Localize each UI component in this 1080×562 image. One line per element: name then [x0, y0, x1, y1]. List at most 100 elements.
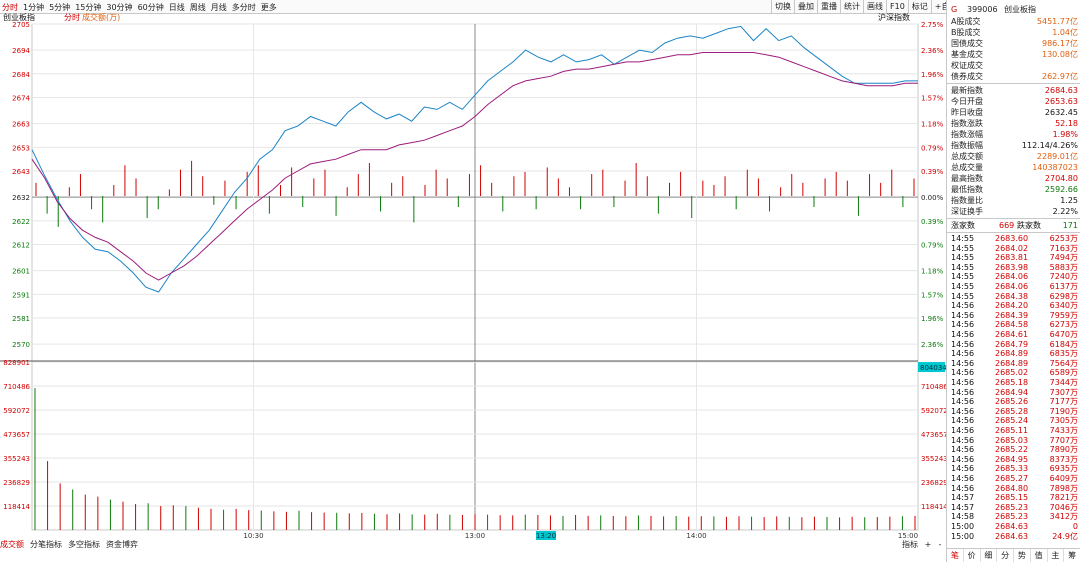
index-row: 指数振幅 112.14/4.26% — [947, 140, 1080, 151]
time-tick-label: 14:00 — [686, 532, 706, 540]
divider — [947, 232, 1080, 233]
tick-price: 2683.98 — [995, 262, 1029, 272]
tick-price: 2684.06 — [995, 282, 1029, 291]
row-label: 总成交量 — [951, 163, 983, 172]
tick-time: 14:56 — [951, 378, 975, 387]
panel-tab-6[interactable]: 主 — [1048, 549, 1065, 562]
tick-volume: 3412万 — [1049, 512, 1078, 522]
panel-tab-4[interactable]: 势 — [1014, 549, 1031, 562]
volume-tick-label: 236829 — [3, 479, 30, 487]
tick-price: 2685.23 — [995, 502, 1029, 512]
indicator-tab-2[interactable]: 多空指标 — [68, 540, 100, 550]
volume-highlight-value: 804034 — [920, 364, 946, 372]
tick-price: 2685.03 — [995, 435, 1029, 445]
tick-price: 2684.80 — [995, 483, 1029, 493]
index-row: 今日开盘 2653.63 — [947, 96, 1080, 107]
panel-tab-7[interactable]: 筹 — [1064, 549, 1080, 562]
row-label: 今日开盘 — [951, 97, 983, 106]
row-value: 140387023 — [1032, 163, 1078, 172]
tick-time: 14:56 — [951, 320, 975, 330]
pct-tick-label: 1.18% — [921, 268, 944, 276]
quote-row: 债券成交 262.97亿 — [947, 71, 1080, 82]
row-label: 指数涨幅 — [951, 130, 983, 139]
tick-volume: 7564万 — [1049, 358, 1078, 368]
down-label: 跌家数 — [1017, 221, 1041, 230]
tick-row: 14:55 2684.38 6298万 — [947, 292, 1080, 302]
volume-tick-label: 710486 — [3, 383, 30, 391]
breadth-row: 涨家数 669 跌家数 171 — [947, 220, 1080, 231]
tick-price: 2685.23 — [995, 512, 1029, 522]
index-code: 399006 — [967, 5, 998, 14]
tick-price: 2684.20 — [995, 301, 1029, 311]
price-tick-label: 2643 — [12, 168, 30, 176]
tick-price: 2684.63 — [995, 522, 1029, 531]
tick-price: 2685.24 — [995, 416, 1029, 426]
tick-price: 2685.33 — [995, 464, 1029, 474]
tick-time: 14:56 — [951, 349, 975, 359]
tick-row: 14:56 2684.61 6470万 — [947, 330, 1080, 340]
quote-row: 国债成交 986.17亿 — [947, 38, 1080, 49]
tick-row: 14:55 2684.06 7240万 — [947, 272, 1080, 282]
row-value: 5451.77亿 — [1036, 17, 1078, 26]
divider — [947, 83, 1080, 84]
tick-time: 14:55 — [951, 291, 975, 301]
tick-price: 2685.11 — [995, 426, 1029, 435]
tick-volume: 7707万 — [1049, 435, 1078, 445]
tick-time: 14:56 — [951, 330, 975, 339]
row-value: 2592.66 — [1044, 185, 1078, 194]
tick-volume: 7190万 — [1049, 406, 1078, 416]
tick-volume: 7344万 — [1049, 378, 1078, 387]
chart-control-2[interactable]: - — [939, 540, 942, 549]
panel-tab-1[interactable]: 价 — [964, 549, 981, 562]
tick-price: 2685.27 — [995, 474, 1029, 483]
indicator-tab-3[interactable]: 资金博弈 — [106, 540, 138, 550]
tick-price: 2685.15 — [995, 493, 1029, 503]
row-label: 昨日收盘 — [951, 108, 983, 117]
row-value: 2704.80 — [1044, 174, 1078, 183]
tick-row: 14:56 2684.94 7307万 — [947, 388, 1080, 398]
tick-volume: 7307万 — [1049, 387, 1078, 397]
tick-row: 14:56 2684.80 7898万 — [947, 484, 1080, 494]
tick-time: 14:57 — [951, 502, 975, 512]
tick-row: 14:56 2685.22 7890万 — [947, 445, 1080, 455]
tick-row: 14:55 2684.06 6137万 — [947, 282, 1080, 292]
pct-tick-label: 2.36% — [921, 341, 944, 349]
quote-row: A股成交 5451.77亿 — [947, 16, 1080, 27]
row-label: 指数涨跌 — [951, 119, 983, 128]
tick-volume: 6273万 — [1049, 320, 1078, 330]
tick-time: 15:00 — [951, 522, 975, 531]
down-count: 171 — [1062, 221, 1078, 230]
price-tick-label: 2581 — [12, 315, 30, 323]
tick-row: 14:56 2685.27 6409万 — [947, 474, 1080, 484]
divider — [947, 218, 1080, 219]
intraday-chart[interactable]: 2705 2.75% 2694 2.36% 2684 1.96% 2674 1.57% 2663… — [0, 0, 946, 562]
tick-row: 14:56 2684.39 7959万 — [947, 311, 1080, 321]
tick-price: 2685.22 — [995, 445, 1029, 455]
pct-tick-label: 1.96% — [921, 315, 944, 323]
pct-tick-label: 1.96% — [921, 71, 944, 79]
panel-tab-2[interactable]: 细 — [981, 549, 998, 562]
tick-volume: 6835万 — [1049, 349, 1078, 359]
tick-volume: 24.9亿 — [1052, 531, 1078, 541]
index-row: 昨日收盘 2632.45 — [947, 107, 1080, 118]
chart-control-1[interactable]: + — [925, 540, 932, 549]
row-value: 1.04亿 — [1052, 28, 1078, 37]
pct-tick-label: 1.57% — [921, 95, 944, 103]
indicator-tab-0[interactable]: 成交额 — [0, 540, 24, 550]
panel-tab-5[interactable]: 值 — [1031, 549, 1048, 562]
tick-time: 14:56 — [951, 339, 975, 349]
index-row: 总成交额 2289.01亿 — [947, 151, 1080, 162]
tick-volume: 7890万 — [1049, 445, 1078, 455]
row-value: 262.97亿 — [1042, 72, 1078, 81]
volume-tick-label-right: 592072 — [921, 407, 946, 415]
tick-time: 15:00 — [951, 531, 975, 541]
tick-price: 2685.18 — [995, 378, 1029, 387]
tick-row: 14:56 2684.89 7564万 — [947, 359, 1080, 369]
panel-marker: G — [951, 5, 958, 14]
time-highlight-label: 13:20 — [536, 532, 556, 540]
chart-control-0[interactable]: 指标 — [902, 539, 918, 549]
indicator-tab-1[interactable]: 分笔指标 — [30, 540, 62, 550]
panel-tab-0[interactable]: 笔 — [947, 549, 964, 562]
panel-tab-3[interactable]: 分 — [997, 549, 1014, 562]
pct-tick-label: 2.75% — [921, 21, 944, 29]
